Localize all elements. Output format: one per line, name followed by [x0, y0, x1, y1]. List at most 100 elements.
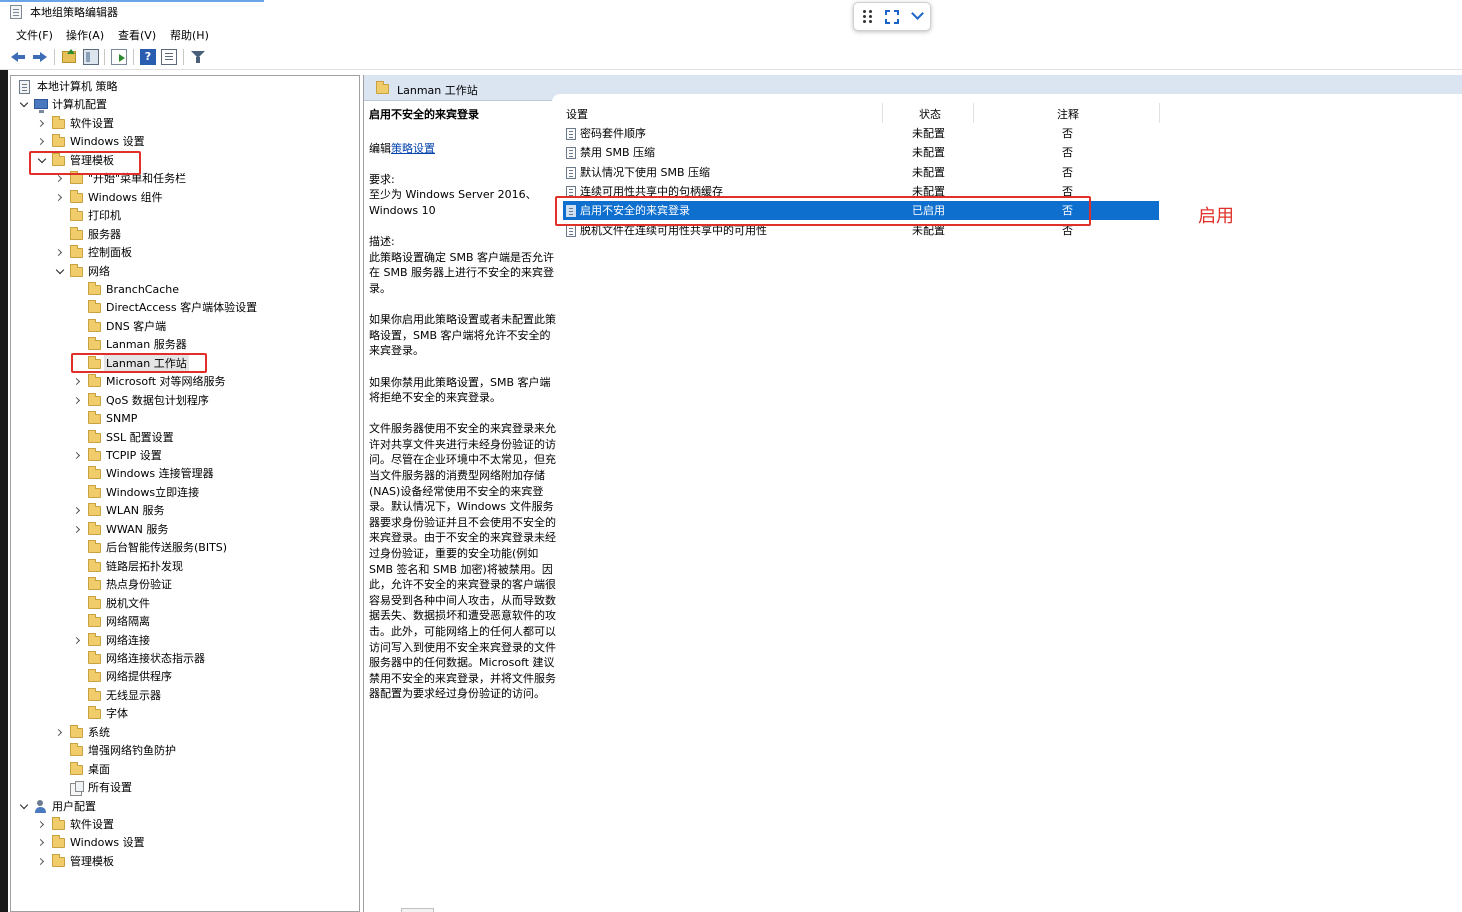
tree-item[interactable]: 网络隔离 — [11, 613, 351, 631]
collapsed-chevron-icon[interactable] — [72, 373, 84, 391]
collapsed-chevron-icon[interactable] — [54, 244, 66, 262]
column-header-state[interactable]: 状态 — [919, 106, 941, 122]
collapsed-chevron-icon[interactable] — [72, 632, 84, 650]
tree-item[interactable]: WLAN 服务 — [11, 502, 351, 520]
tree-item[interactable]: Windows 设置 — [11, 834, 351, 852]
collapsed-chevron-icon[interactable] — [36, 133, 48, 151]
tree-item[interactable]: Windows 连接管理器 — [11, 465, 351, 483]
collapsed-chevron-icon[interactable] — [36, 816, 48, 834]
column-header-comment[interactable]: 注释 — [1057, 106, 1079, 122]
tree-item[interactable]: Lanman 工作站 — [11, 354, 351, 373]
policy-row[interactable]: 脱机文件在连续可用性共享中的可用性 未配置 否 — [563, 221, 1159, 240]
collapsed-chevron-icon[interactable] — [72, 521, 84, 539]
tree-item[interactable]: 增强网络钓鱼防护 — [11, 742, 351, 760]
forward-arrow-icon[interactable] — [32, 49, 48, 65]
menu-file[interactable]: 文件(F) — [16, 27, 53, 43]
folder-icon — [70, 743, 83, 757]
expanded-chevron-icon[interactable] — [36, 152, 48, 170]
filter-icon[interactable] — [190, 49, 206, 65]
tree-item[interactable]: 网络 — [11, 263, 351, 281]
expanded-chevron-icon[interactable] — [54, 263, 66, 281]
tree-item[interactable]: BranchCache — [11, 281, 351, 299]
drag-grip-icon[interactable] — [863, 10, 875, 24]
menu-help[interactable]: 帮助(H) — [170, 27, 209, 43]
tree-item[interactable]: Windows立即连接 — [11, 484, 351, 502]
collapsed-chevron-icon[interactable] — [54, 724, 66, 742]
collapsed-chevron-icon[interactable] — [36, 115, 48, 133]
back-arrow-icon[interactable] — [10, 49, 26, 65]
collapsed-chevron-icon[interactable] — [36, 853, 48, 871]
tree-item[interactable]: SNMP — [11, 410, 351, 428]
collapsed-chevron-icon[interactable] — [72, 447, 84, 465]
collapsed-chevron-icon[interactable] — [54, 170, 66, 188]
policy-comment: 否 — [1062, 165, 1073, 179]
tree-item[interactable]: 脱机文件 — [11, 595, 351, 613]
toolbar-separator — [54, 49, 55, 65]
collapsed-chevron-icon[interactable] — [72, 392, 84, 410]
menu-bar: 文件(F) 操作(A) 查看(V) 帮助(H) — [0, 24, 1462, 44]
requirements-text: 至少为 Windows Server 2016、Windows 10 — [369, 188, 537, 217]
edit-policy-setting-link[interactable]: 策略设置 — [391, 142, 435, 155]
tree-item[interactable]: 打印机 — [11, 207, 351, 225]
chevron-down-icon[interactable] — [910, 7, 926, 23]
tree-item[interactable]: DirectAccess 客户端体验设置 — [11, 299, 351, 317]
tree-item[interactable]: 字体 — [11, 705, 351, 723]
tree-item[interactable]: 软件设置 — [11, 816, 351, 834]
tree-item[interactable]: Lanman 服务器 — [11, 336, 351, 354]
tree-item[interactable]: 管理模板 — [11, 152, 351, 170]
tree-item[interactable]: 热点身份验证 — [11, 576, 351, 594]
properties-icon[interactable] — [161, 49, 177, 65]
tree-item-label: 本地计算机 策略 — [37, 80, 118, 93]
tree-item[interactable]: 链路层拓扑发现 — [11, 558, 351, 576]
console-tree[interactable]: 本地计算机 策略 计算机配置 软件设置 Windows 设置 管理模板 "开始"菜单和任务… — [10, 75, 360, 912]
tree-item[interactable]: 后台智能传送服务(BITS) — [11, 539, 351, 557]
tree-item[interactable]: Microsoft 对等网络服务 — [11, 373, 351, 391]
tree-item[interactable]: 网络连接状态指示器 — [11, 650, 351, 668]
tree-item[interactable]: Windows 组件 — [11, 189, 351, 207]
tree-item[interactable]: DNS 客户端 — [11, 318, 351, 336]
tree-item[interactable]: 网络连接 — [11, 632, 351, 650]
tree-item[interactable]: 网络提供程序 — [11, 668, 351, 686]
tree-item[interactable]: 服务器 — [11, 226, 351, 244]
title-bar: 本地组策略编辑器 — [0, 0, 1462, 24]
expanded-chevron-icon[interactable] — [18, 798, 30, 816]
tree-item[interactable]: 无线显示器 — [11, 687, 351, 705]
tree-item[interactable]: QoS 数据包计划程序 — [11, 392, 351, 410]
tree-item[interactable]: TCPIP 设置 — [11, 447, 351, 465]
tree-item[interactable]: 本地计算机 策略 — [11, 78, 351, 96]
collapsed-chevron-icon[interactable] — [54, 189, 66, 207]
folder-icon — [52, 817, 65, 830]
tree-item[interactable]: WWAN 服务 — [11, 521, 351, 539]
up-folder-icon[interactable] — [62, 49, 76, 63]
tree-item[interactable]: "开始"菜单和任务栏 — [11, 170, 351, 188]
show-hide-console-tree-icon[interactable] — [83, 49, 99, 65]
menu-view[interactable]: 查看(V) — [118, 27, 156, 43]
policy-row[interactable]: 禁用 SMB 压缩 未配置 否 — [563, 143, 1159, 162]
policy-row[interactable]: 默认情况下使用 SMB 压缩 未配置 否 — [563, 163, 1159, 182]
policy-row[interactable]: 连续可用性共享中的句柄缓存 未配置 否 — [563, 182, 1159, 201]
export-list-icon[interactable] — [111, 49, 127, 65]
column-divider[interactable] — [973, 103, 974, 123]
column-header-setting[interactable]: 设置 — [566, 106, 588, 122]
tree-item[interactable]: Windows 设置 — [11, 133, 351, 151]
collapsed-chevron-icon[interactable] — [72, 502, 84, 520]
expanded-chevron-icon[interactable] — [18, 96, 30, 114]
tree-item[interactable]: 所有设置 — [11, 779, 351, 797]
horizontal-scroll-tab[interactable] — [401, 908, 434, 912]
fullscreen-icon[interactable] — [885, 10, 899, 24]
tree-item[interactable]: 用户配置 — [11, 798, 351, 816]
policy-row[interactable]: 启用不安全的来宾登录 已启用 否 — [563, 201, 1159, 221]
tree-item[interactable]: 系统 — [11, 724, 351, 742]
tree-item[interactable]: 桌面 — [11, 761, 351, 779]
tree-item[interactable]: 控制面板 — [11, 244, 351, 262]
help-icon[interactable]: ? — [140, 49, 156, 65]
column-divider[interactable] — [1159, 103, 1160, 123]
tree-item[interactable]: 软件设置 — [11, 115, 351, 133]
tree-item[interactable]: 计算机配置 — [11, 96, 351, 114]
policy-row[interactable]: 密码套件顺序 未配置 否 — [563, 124, 1159, 143]
tree-item[interactable]: 管理模板 — [11, 853, 351, 871]
column-divider[interactable] — [882, 103, 883, 123]
tree-item[interactable]: SSL 配置设置 — [11, 429, 351, 447]
menu-action[interactable]: 操作(A) — [66, 27, 104, 43]
collapsed-chevron-icon[interactable] — [36, 834, 48, 852]
